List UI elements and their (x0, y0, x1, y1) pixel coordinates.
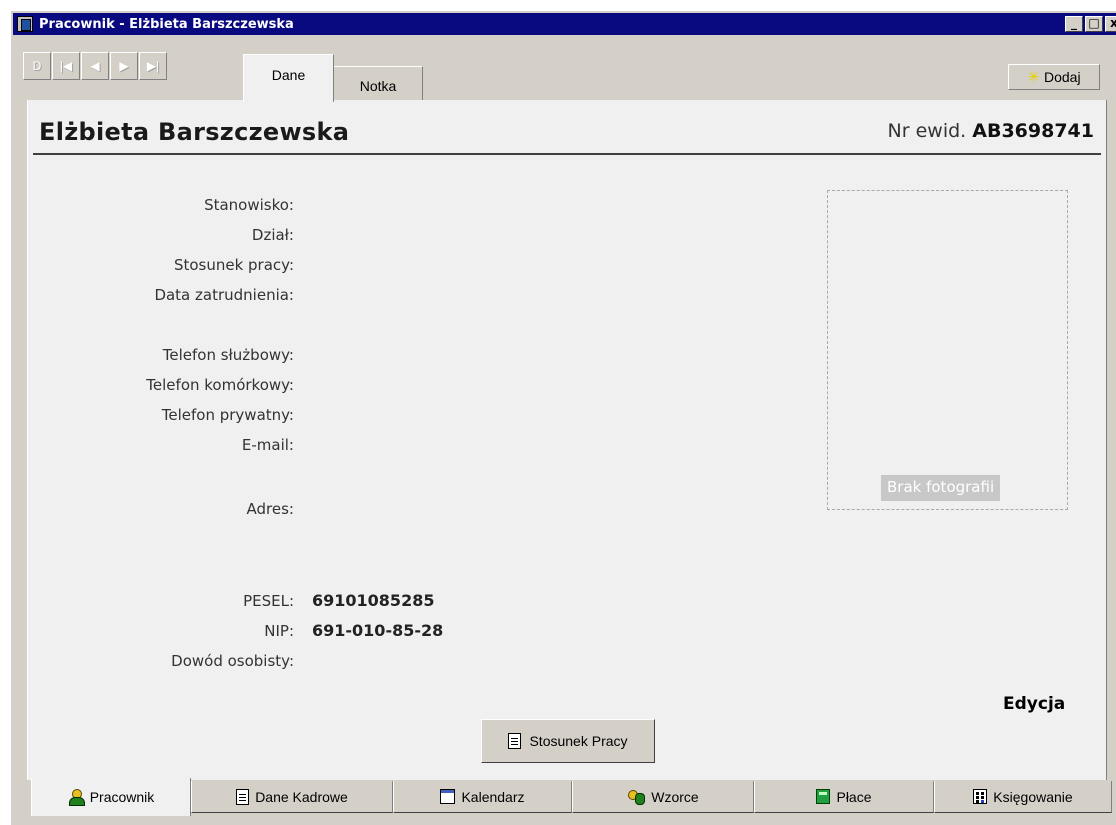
calendar-icon (440, 789, 456, 804)
label-telefon-prywatny: Telefon prywatny: (161, 406, 294, 424)
add-button-label: Dodaj (1043, 69, 1081, 85)
photo-frame[interactable] (827, 190, 1068, 510)
label-dzial: Dział: (251, 226, 294, 244)
label-telefon-sluzbowy: Telefon służbowy: (162, 346, 294, 364)
label-email: E-mail: (241, 436, 294, 454)
bottom-tab-bar: Dane Kadrowe Kalendarz Wzorce Płace Księ… (27, 778, 1112, 816)
tab-place[interactable]: Płace (754, 781, 934, 813)
record-number-label: Nr ewid. (887, 120, 967, 142)
add-button[interactable]: ✳ Dodaj (1008, 64, 1100, 90)
person-icon (68, 789, 85, 806)
photo-caption: Brak fotografii (881, 475, 1001, 501)
minimize-button[interactable]: _ (1065, 16, 1083, 32)
stosunek-pracy-button[interactable]: Stosunek Pracy (481, 719, 655, 763)
nav-prev-button[interactable]: ◀ (81, 52, 109, 80)
tab-label: Płace (836, 788, 872, 805)
tab-wzorce[interactable]: Wzorce (572, 781, 754, 813)
nav-first-button[interactable]: |◀ (52, 52, 80, 80)
value-nip: 691-010-85-28 (312, 621, 444, 640)
nav-new-record-button[interactable]: D (23, 52, 51, 80)
maximize-button[interactable]: □ (1085, 16, 1103, 32)
calculator-icon (816, 789, 831, 804)
tab-notka[interactable]: Notka (333, 66, 423, 100)
people-icon (627, 789, 646, 805)
tab-label: Księgowanie (993, 788, 1073, 805)
header-divider (33, 153, 1101, 155)
stosunek-pracy-button-label: Stosunek Pracy (529, 733, 628, 749)
edit-link[interactable]: Edycja (1003, 694, 1065, 714)
label-stosunek-pracy: Stosunek pracy: (173, 256, 294, 274)
record-number: Nr ewid. AB3698741 (888, 120, 1094, 142)
app-icon[interactable] (17, 16, 33, 32)
document-icon (508, 733, 522, 749)
label-nip: NIP: (264, 622, 294, 640)
tab-label: Wzorce (651, 788, 699, 805)
tab-label: Pracownik (89, 789, 155, 805)
nav-last-button[interactable]: ▶| (139, 52, 167, 80)
label-telefon-komorkowy: Telefon komórkowy: (146, 376, 294, 394)
tab-kalendarz[interactable]: Kalendarz (393, 781, 572, 813)
label-data-zatrudnienia: Data zatrudnienia: (154, 286, 294, 304)
label-stanowisko: Stanowisko: (204, 196, 294, 214)
label-pesel: PESEL: (243, 592, 294, 610)
record-navigator: D |◀ ◀ ▶ ▶| (23, 52, 167, 80)
ledger-icon (973, 789, 988, 804)
close-button[interactable]: x (1105, 16, 1116, 32)
tab-pracownik[interactable]: Pracownik (31, 778, 191, 816)
document-icon (236, 788, 250, 805)
tab-dane[interactable]: Dane (243, 54, 334, 102)
window-controls: _ □ x (1065, 16, 1116, 32)
label-adres: Adres: (246, 500, 294, 518)
window-title: Pracownik - Elżbieta Barszczewska (39, 16, 294, 32)
employee-name: Elżbieta Barszczewska (39, 118, 350, 146)
record-number-value: AB3698741 (972, 120, 1094, 142)
tab-label: Kalendarz (461, 788, 525, 805)
value-pesel: 69101085285 (312, 591, 435, 610)
tab-label: Dane Kadrowe (255, 788, 348, 805)
tab-dane-kadrowe[interactable]: Dane Kadrowe (191, 781, 393, 813)
tab-ksiegowanie[interactable]: Księgowanie (934, 781, 1112, 813)
star-icon: ✳ (1027, 69, 1040, 86)
label-dowod-osobisty: Dowód osobisty: (171, 652, 294, 670)
nav-next-button[interactable]: ▶ (110, 52, 138, 80)
title-bar[interactable]: Pracownik - Elżbieta Barszczewska _ □ x (13, 13, 1116, 35)
